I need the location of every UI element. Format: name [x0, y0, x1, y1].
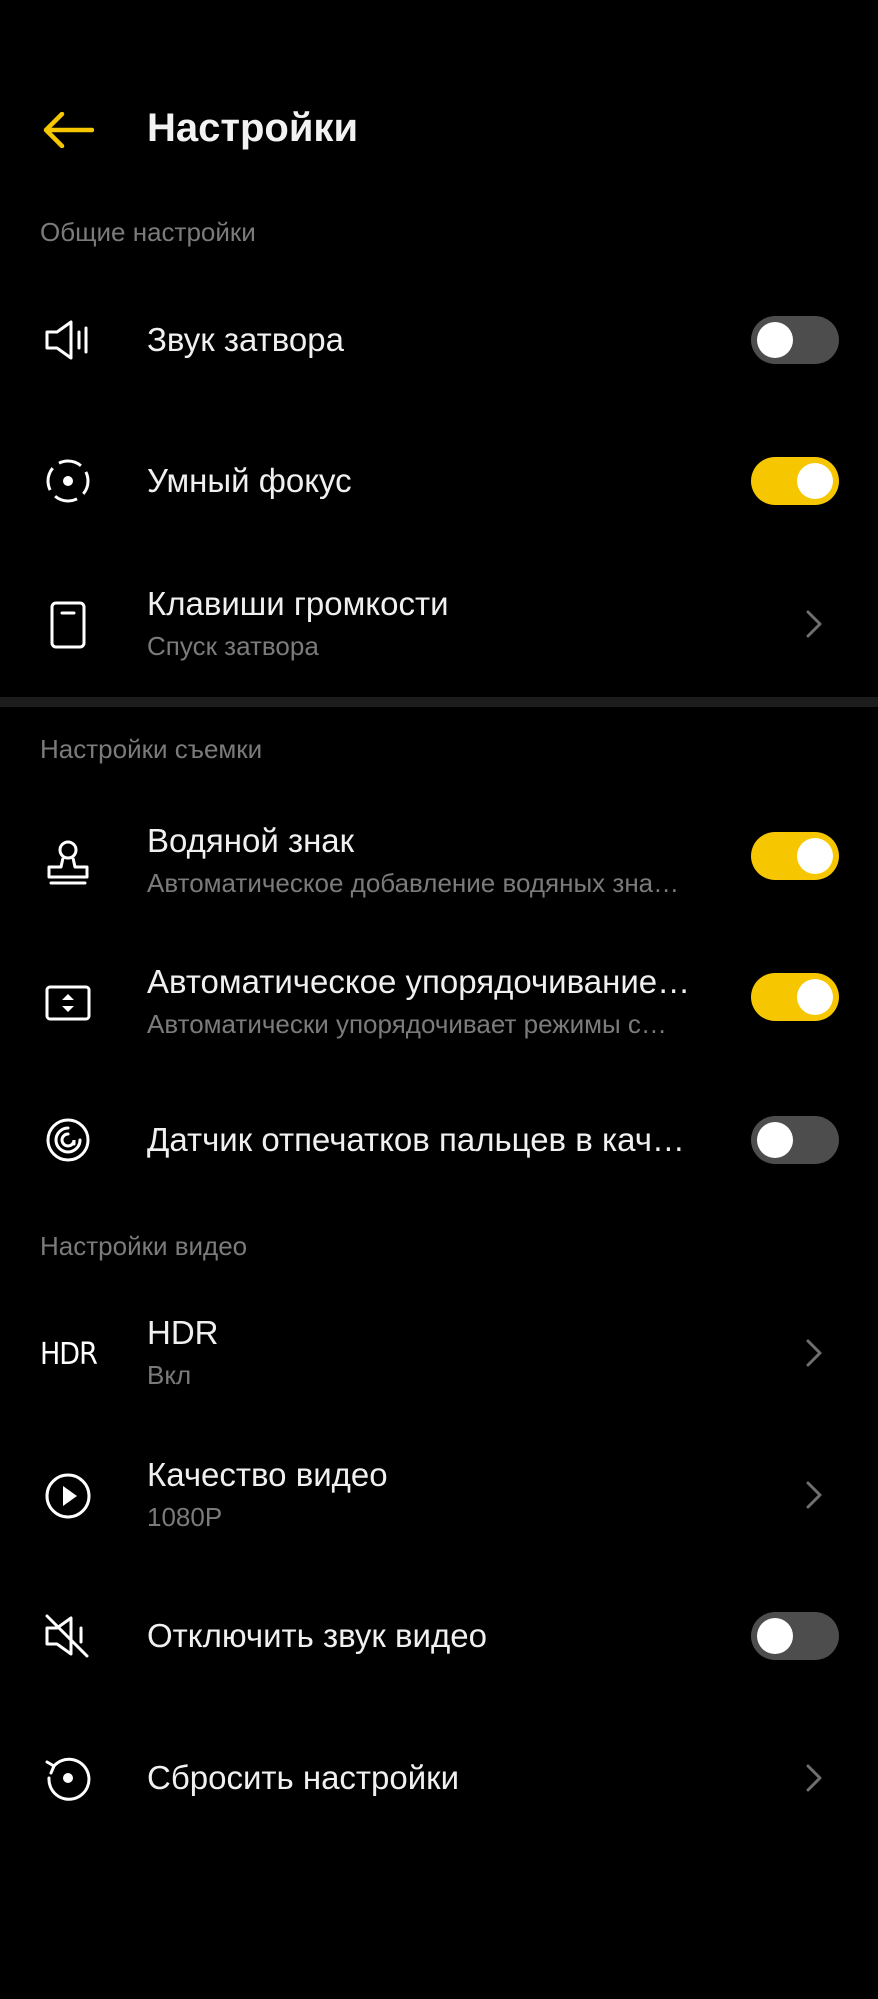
setting-mute-video[interactable]: Отключить звук видео: [0, 1593, 878, 1679]
hdr-icon: HDR: [40, 1336, 98, 1372]
page-title: Настройки: [147, 106, 359, 150]
setting-title: Датчик отпечатков пальцев в кач…: [147, 1121, 685, 1158]
speaker-icon: [40, 312, 96, 368]
chevron-right-icon: [800, 604, 828, 644]
chevron-right-icon: [800, 1758, 828, 1798]
setting-video-quality[interactable]: Качество видео 1080P: [0, 1440, 878, 1550]
setting-hdr[interactable]: HDR HDR Вкл: [0, 1298, 878, 1408]
toggle-knob: [757, 1122, 793, 1158]
setting-title: HDR: [147, 1314, 219, 1351]
setting-subtitle: Автоматическое добавление водяных зна…: [147, 868, 680, 898]
speaker-muted-icon: [40, 1608, 96, 1664]
setting-title: Автоматическое упорядочивание…: [147, 963, 691, 1000]
back-button[interactable]: [38, 102, 98, 158]
section-divider: [0, 697, 878, 707]
watermark-toggle[interactable]: [751, 832, 839, 880]
phone-volume-icon: [40, 597, 96, 653]
app-bar: Настройки: [0, 80, 878, 180]
fingerprint-icon: [40, 1112, 96, 1168]
section-header-video: Настройки видео: [40, 1231, 248, 1261]
setting-fingerprint[interactable]: Датчик отпечатков пальцев в кач…: [0, 1097, 878, 1183]
chevron-right-icon: [800, 1475, 828, 1515]
fingerprint-toggle[interactable]: [751, 1116, 839, 1164]
setting-subtitle: Спуск затвора: [147, 631, 319, 661]
setting-subtitle: 1080P: [147, 1502, 223, 1532]
setting-smart-focus[interactable]: Умный фокус: [0, 438, 878, 524]
setting-title: Отключить звук видео: [147, 1617, 487, 1654]
reset-icon: [40, 1750, 96, 1806]
toggle-knob: [797, 838, 833, 874]
toggle-knob: [757, 322, 793, 358]
setting-title: Звук затвора: [147, 321, 344, 358]
section-header-general: Общие настройки: [40, 217, 256, 247]
toggle-knob: [797, 979, 833, 1015]
setting-watermark[interactable]: Водяной знак Автоматическое добавление в…: [0, 806, 878, 916]
section-header-shooting: Настройки съемки: [40, 734, 263, 764]
arrow-left-icon: [43, 112, 94, 148]
setting-title: Умный фокус: [147, 462, 352, 499]
sort-icon: [40, 975, 96, 1031]
setting-reset[interactable]: Сбросить настройки: [0, 1735, 878, 1821]
toggle-knob: [757, 1618, 793, 1654]
auto-sort-toggle[interactable]: [751, 973, 839, 1021]
smart-focus-toggle[interactable]: [751, 457, 839, 505]
toggle-knob: [797, 463, 833, 499]
setting-subtitle: Вкл: [147, 1360, 192, 1390]
shutter-sound-toggle[interactable]: [751, 316, 839, 364]
focus-icon: [40, 453, 96, 509]
stamp-icon: [40, 834, 96, 890]
setting-auto-sort[interactable]: Автоматическое упорядочивание… Автоматич…: [0, 947, 878, 1057]
setting-shutter-sound[interactable]: Звук затвора: [0, 297, 878, 383]
setting-title: Клавиши громкости: [147, 585, 449, 622]
mute-video-toggle[interactable]: [751, 1612, 839, 1660]
play-circle-icon: [40, 1468, 96, 1524]
setting-volume-keys[interactable]: Клавиши громкости Спуск затвора: [0, 569, 878, 679]
setting-title: Водяной знак: [147, 822, 355, 859]
setting-subtitle: Автоматически упорядочивает режимы с…: [147, 1009, 667, 1039]
setting-title: Качество видео: [147, 1456, 388, 1493]
chevron-right-icon: [800, 1333, 828, 1373]
setting-title: Сбросить настройки: [147, 1759, 460, 1796]
